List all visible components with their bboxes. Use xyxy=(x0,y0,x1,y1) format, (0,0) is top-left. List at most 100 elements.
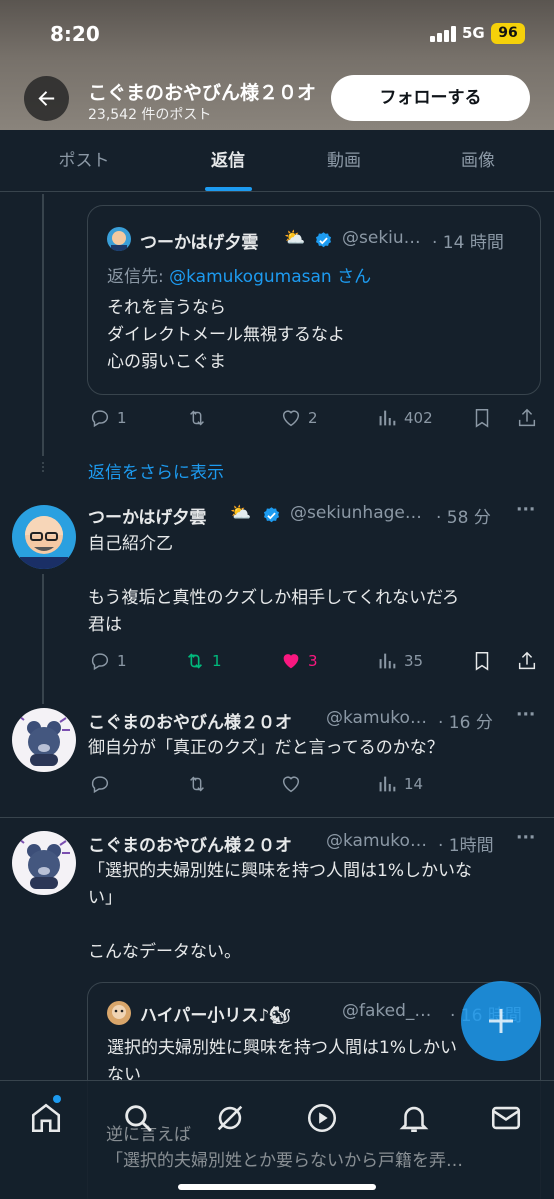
avatar xyxy=(107,227,131,251)
author-handle: @sekiunhage… xyxy=(290,503,422,523)
bookmark-button[interactable] xyxy=(471,407,493,429)
avatar[interactable] xyxy=(12,831,76,895)
post-text-line: 自己紹介乙 xyxy=(88,534,173,554)
more-options-button[interactable]: ··· xyxy=(516,705,535,725)
thread-dots xyxy=(42,462,44,472)
like-button[interactable]: 2 xyxy=(280,407,318,429)
author-handle: @kamuko… xyxy=(326,708,427,728)
tab-posts[interactable]: ポスト xyxy=(28,130,140,192)
follow-button[interactable]: フォローする xyxy=(331,75,530,121)
arrow-left-icon xyxy=(38,91,55,106)
tab-media[interactable]: 画像 xyxy=(422,130,534,192)
post-time: · 1時間 xyxy=(438,836,494,856)
show-more-replies-link[interactable]: 返信をさらに表示 xyxy=(88,458,224,483)
tab-videos[interactable]: 動画 xyxy=(288,130,400,192)
post-text-line: 心の弱いこぐま xyxy=(107,352,226,372)
home-indicator xyxy=(178,1184,376,1190)
weather-emoji: ⛅ xyxy=(230,503,252,523)
views-icon xyxy=(379,410,396,426)
retweet-button[interactable] xyxy=(186,773,208,795)
notification-dot xyxy=(53,1095,61,1103)
views-button[interactable]: 14 xyxy=(376,773,423,795)
back-button[interactable] xyxy=(24,76,69,121)
network-label: 5G xyxy=(462,24,485,42)
page-title: こぐまのおやびん様２０オ xyxy=(88,82,317,104)
post-time: · 16 分 xyxy=(438,713,493,733)
author-name[interactable]: ハイパー小リス♪🐿 xyxy=(140,1001,291,1026)
like-button[interactable]: 3 xyxy=(280,650,318,672)
bottom-nav xyxy=(0,1080,554,1199)
retweet-icon xyxy=(187,653,203,669)
avatar xyxy=(107,1001,131,1025)
author-handle: @kamuko… xyxy=(326,831,427,851)
quoted-post[interactable]: つーかはげ夕雲 ⛅ @sekiu… · 14 時間 返信先: @kamukogu… xyxy=(87,205,541,395)
grok-icon[interactable] xyxy=(213,1101,247,1135)
bookmark-icon xyxy=(475,409,489,428)
divider xyxy=(0,817,554,818)
retweet-count: 1 xyxy=(212,652,222,670)
post-text-line: こんなデータない。 xyxy=(88,942,241,962)
views-button[interactable]: 35 xyxy=(376,650,423,672)
author-handle: @faked_… xyxy=(342,1001,432,1021)
tab-bar: ポスト 返信 動画 画像 xyxy=(0,130,554,192)
reply-icon xyxy=(91,653,109,671)
post-text-line: 逆に言えば xyxy=(106,1125,191,1145)
post-time: · 58 分 xyxy=(436,508,491,528)
status-bar: 8:20 5G 96 xyxy=(0,0,554,66)
reply-count: 1 xyxy=(117,652,127,670)
author-name[interactable]: こぐまのおやびん様２０オ xyxy=(88,708,292,733)
more-options-button[interactable]: ··· xyxy=(516,500,535,520)
reply-count: 1 xyxy=(117,409,127,427)
like-button[interactable] xyxy=(280,773,302,795)
heart-icon xyxy=(282,776,300,793)
view-count: 35 xyxy=(404,652,424,670)
retweet-icon xyxy=(190,776,204,792)
post-count: 23,542 件のポスト xyxy=(88,107,212,123)
views-icon xyxy=(379,776,396,792)
more-options-button[interactable]: ··· xyxy=(516,828,535,848)
battery-icon: 96 xyxy=(491,23,525,44)
notifications-icon[interactable] xyxy=(397,1101,431,1135)
post-text-line: もう複垢と真性のクズしか相手してくれないだろ xyxy=(88,588,460,608)
share-button[interactable] xyxy=(516,407,538,429)
author-name[interactable]: つーかはげ夕雲 xyxy=(88,503,206,528)
weather-emoji: ⛅ xyxy=(284,228,306,248)
heart-filled-icon xyxy=(283,654,299,669)
messages-icon[interactable] xyxy=(489,1101,523,1135)
bookmark-button[interactable] xyxy=(471,650,493,672)
reply-to-handle[interactable]: @kamukogumasan xyxy=(169,267,332,287)
share-icon xyxy=(518,651,536,670)
view-count: 14 xyxy=(404,775,424,793)
post-text-line: 「選択的夫婦別姓に興味を持つ人間は1%しかいな xyxy=(88,861,472,881)
compose-button[interactable] xyxy=(461,981,541,1061)
heart-icon xyxy=(282,410,300,427)
home-icon[interactable] xyxy=(29,1101,63,1135)
reply-icon xyxy=(91,776,109,794)
verified-icon xyxy=(315,232,332,248)
author-name[interactable]: つーかはげ夕雲 xyxy=(140,228,258,253)
thread-line xyxy=(42,574,44,704)
views-icon xyxy=(379,653,396,669)
tab-indicator xyxy=(205,187,252,191)
reply-button[interactable]: 1 xyxy=(89,650,127,672)
reply-button[interactable] xyxy=(89,773,111,795)
avatar[interactable] xyxy=(12,505,76,569)
post-text-line: い」 xyxy=(88,888,122,908)
retweet-button[interactable] xyxy=(186,407,208,429)
video-icon[interactable] xyxy=(305,1101,339,1135)
thread-line xyxy=(42,194,44,456)
share-icon xyxy=(518,408,536,427)
author-handle: @sekiu… xyxy=(342,228,421,248)
author-name[interactable]: こぐまのおやびん様２０オ xyxy=(88,831,292,856)
tab-replies[interactable]: 返信 xyxy=(172,130,284,192)
views-button[interactable]: 402 xyxy=(376,407,433,429)
clock: 8:20 xyxy=(50,22,100,46)
like-count: 2 xyxy=(308,409,318,427)
share-button[interactable] xyxy=(516,650,538,672)
reply-to-label: 返信先: @kamukogumasan さん xyxy=(107,267,372,287)
reply-button[interactable]: 1 xyxy=(89,407,127,429)
post-text-line: それを言うなら xyxy=(107,298,226,318)
retweet-button[interactable]: 1 xyxy=(184,650,222,672)
avatar[interactable] xyxy=(12,708,76,772)
signal-icon xyxy=(430,26,456,42)
